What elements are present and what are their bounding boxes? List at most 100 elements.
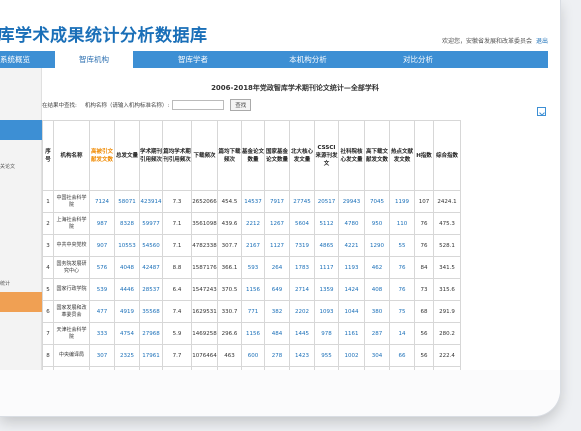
table-cell[interactable]: 42487 [139, 256, 163, 279]
table-cell[interactable]: 1002 [338, 344, 365, 367]
table-cell[interactable]: 110 [389, 212, 415, 235]
table-cell[interactable]: 1423 [289, 344, 315, 367]
table-cell[interactable]: 7045 [364, 190, 390, 213]
table-cell[interactable]: 35568 [139, 300, 163, 323]
export-icon[interactable] [537, 107, 546, 116]
table-cell[interactable]: 382 [264, 300, 290, 323]
table-cell[interactable]: 1445 [289, 322, 315, 345]
table-cell[interactable]: 58071 [114, 190, 140, 213]
table-cell[interactable]: 462 [364, 256, 390, 279]
table-cell[interactable]: 75 [389, 300, 415, 323]
table-cell[interactable]: 27968 [139, 322, 163, 345]
table-cell[interactable]: 1199 [389, 190, 415, 213]
table-cell[interactable]: 8328 [114, 212, 140, 235]
table-cell[interactable]: 14 [389, 322, 415, 345]
table-cell[interactable]: 333 [89, 322, 115, 345]
col-header[interactable]: 社科院核心发文量 [338, 120, 365, 191]
col-header[interactable]: 北大核心发文量 [289, 120, 315, 191]
table-cell[interactable]: 2714 [289, 278, 315, 301]
table-cell[interactable]: 4446 [114, 278, 140, 301]
col-header[interactable]: 学术期刊引用频次 [139, 120, 163, 191]
table-cell[interactable]: 593 [241, 256, 265, 279]
table-cell[interactable]: 5112 [314, 212, 339, 235]
table-cell[interactable]: 307 [89, 344, 115, 367]
tab-institutions[interactable]: 智库机构 [55, 51, 133, 68]
table-cell[interactable]: 1156 [241, 278, 265, 301]
table-cell[interactable]: 7124 [89, 190, 115, 213]
table-cell[interactable]: 4780 [338, 212, 365, 235]
table-cell[interactable]: 2202 [289, 300, 315, 323]
sidebar-item-papers[interactable]: 关论文 [0, 163, 15, 170]
institution-name-cell[interactable]: 中央编译局 [53, 344, 90, 367]
table-cell[interactable]: 907 [89, 234, 115, 257]
table-cell[interactable]: 380 [364, 300, 390, 323]
institution-name-cell[interactable]: 中国社会科学院 [53, 190, 90, 213]
table-cell[interactable]: 4919 [114, 300, 140, 323]
table-cell[interactable]: 477 [89, 300, 115, 323]
col-header-sorted[interactable]: 高被引文献发文数 [89, 120, 115, 191]
col-header[interactable]: H指数 [414, 120, 434, 191]
col-header[interactable]: 国家基金论文数量 [264, 120, 290, 191]
table-cell[interactable]: 2325 [114, 344, 140, 367]
institution-name-cell[interactable]: 国家发展和改革委员会 [53, 300, 90, 323]
table-cell[interactable]: 29943 [338, 190, 365, 213]
table-cell[interactable]: 1359 [314, 278, 339, 301]
sidebar-active-item[interactable] [0, 120, 42, 140]
institution-name-cell[interactable]: 天津社会科学院 [53, 322, 90, 345]
table-cell[interactable]: 771 [241, 300, 265, 323]
table-cell[interactable]: 17961 [139, 344, 163, 367]
table-cell[interactable]: 423914 [139, 190, 163, 213]
table-cell[interactable]: 14537 [241, 190, 265, 213]
table-cell[interactable]: 2212 [241, 212, 265, 235]
col-header[interactable]: 篇均学术期刊引用频次 [162, 120, 192, 191]
table-cell[interactable]: 950 [364, 212, 390, 235]
search-button[interactable]: 查找 [230, 99, 252, 111]
table-cell[interactable]: 54560 [139, 234, 163, 257]
col-header[interactable]: 热点文献发文数 [389, 120, 415, 191]
table-cell[interactable]: 2167 [241, 234, 265, 257]
table-cell[interactable]: 304 [364, 344, 390, 367]
table-cell[interactable]: 76 [389, 256, 415, 279]
table-cell[interactable]: 66 [389, 344, 415, 367]
table-cell[interactable]: 600 [241, 344, 265, 367]
table-cell[interactable]: 955 [314, 344, 339, 367]
table-cell[interactable]: 539 [89, 278, 115, 301]
col-header[interactable]: CSSCI来源刊发文 [314, 120, 339, 191]
tab-scholars[interactable]: 智库学者 [133, 51, 253, 68]
table-cell[interactable]: 1161 [338, 322, 365, 345]
sidebar-highlight-item[interactable] [0, 292, 42, 312]
table-cell[interactable]: 649 [264, 278, 290, 301]
institution-name-cell[interactable]: 国务院发展研究中心 [53, 256, 90, 279]
table-cell[interactable]: 10553 [114, 234, 140, 257]
institution-name-cell[interactable]: 上海社会科学院 [53, 212, 90, 235]
table-cell[interactable]: 1193 [338, 256, 365, 279]
col-header[interactable]: 高下载文献发文数 [364, 120, 390, 191]
table-cell[interactable]: 7917 [264, 190, 290, 213]
table-cell[interactable]: 576 [89, 256, 115, 279]
table-cell[interactable]: 1290 [364, 234, 390, 257]
table-cell[interactable]: 4754 [114, 322, 140, 345]
table-cell[interactable]: 1156 [241, 322, 265, 345]
institution-name-cell[interactable]: 国家行政学院 [53, 278, 90, 301]
table-cell[interactable]: 28537 [139, 278, 163, 301]
table-cell[interactable]: 1424 [338, 278, 365, 301]
table-cell[interactable]: 59977 [139, 212, 163, 235]
col-header[interactable]: 总发文量 [114, 120, 140, 191]
table-cell[interactable]: 4048 [114, 256, 140, 279]
search-input[interactable] [172, 100, 225, 110]
table-cell[interactable]: 484 [264, 322, 290, 345]
col-header[interactable]: 序号 [42, 120, 54, 191]
table-cell[interactable]: 55 [389, 234, 415, 257]
table-cell[interactable]: 408 [364, 278, 390, 301]
table-cell[interactable]: 978 [314, 322, 339, 345]
table-cell[interactable]: 5604 [289, 212, 315, 235]
table-cell[interactable]: 1783 [289, 256, 315, 279]
tab-my-institution[interactable]: 本机构分析 [253, 51, 363, 68]
col-header[interactable]: 基金论文数量 [241, 120, 265, 191]
table-cell[interactable]: 4865 [314, 234, 339, 257]
logout-link[interactable]: 退出 [536, 38, 548, 45]
table-cell[interactable]: 278 [264, 344, 290, 367]
col-header[interactable]: 下载频次 [191, 120, 218, 191]
table-cell[interactable]: 1117 [314, 256, 339, 279]
table-cell[interactable]: 1267 [264, 212, 290, 235]
